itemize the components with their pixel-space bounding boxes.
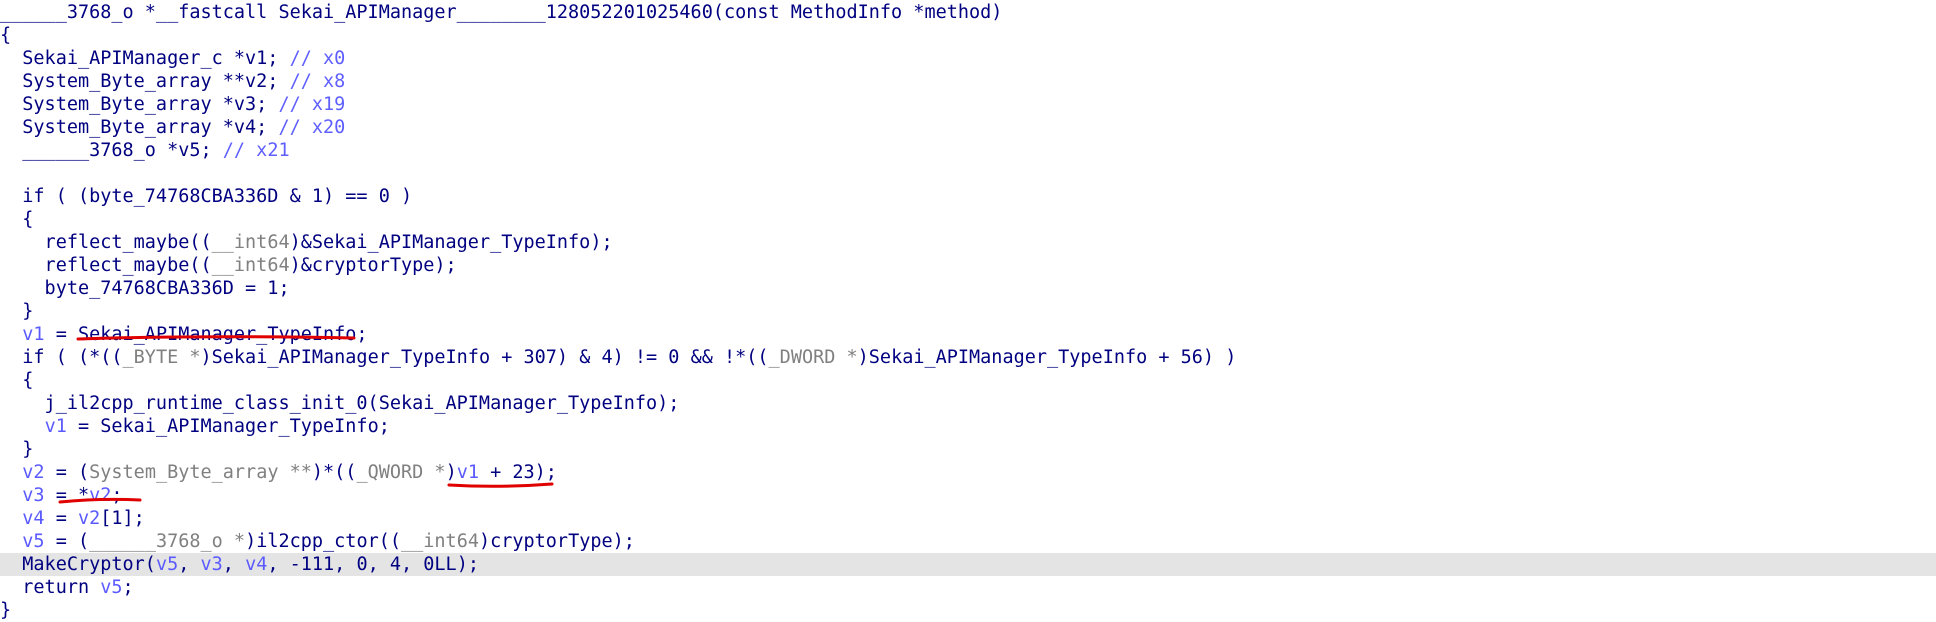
code-line[interactable]: if ( (*((_BYTE *)Sekai_APIManager_TypeIn…: [0, 346, 1936, 369]
code-line[interactable]: v1 = Sekai_APIManager_TypeInfo;: [0, 323, 1936, 346]
code-token: }: [0, 600, 12, 621]
code-token: + 23);: [478, 462, 557, 483]
code-token: ______3768_o *v5;: [0, 140, 223, 161]
code-line[interactable]: System_Byte_array **v2; // x8: [0, 70, 1936, 93]
code-token: = (: [44, 462, 90, 483]
code-token: reflect_maybe((: [0, 255, 212, 276]
code-token: = Sekai_APIManager_TypeInfo;: [44, 324, 368, 345]
code-token: ______3768_o *: [89, 531, 246, 552]
code-token: System_Byte_array **v2;: [0, 71, 290, 92]
code-token: v1: [44, 416, 67, 437]
code-token: // x19: [278, 94, 346, 115]
code-token: // x20: [278, 117, 346, 138]
code-token: System_Byte_array **: [89, 462, 312, 483]
code-token: v4: [245, 554, 268, 575]
code-line[interactable]: }: [0, 438, 1936, 461]
code-token: )&cryptorType);: [289, 255, 457, 276]
code-token: =: [44, 508, 78, 529]
code-token: _QWORD *: [356, 462, 446, 483]
code-line[interactable]: System_Byte_array *v4; // x20: [0, 116, 1936, 139]
code-token: v2: [22, 462, 45, 483]
code-token: {: [0, 25, 12, 46]
code-token: __int64: [211, 255, 290, 276]
code-token: if ( (byte_74768CBA336D & 1) == 0 ): [0, 186, 413, 207]
code-line[interactable]: {: [0, 208, 1936, 231]
code-token: ): [445, 462, 457, 483]
code-token: )Sekai_APIManager_TypeInfo + 56) ): [857, 347, 1237, 368]
code-line[interactable]: v2 = (System_Byte_array **)*((_QWORD *)v…: [0, 461, 1936, 484]
code-token: System_Byte_array *v4;: [0, 117, 279, 138]
code-token: MakeCryptor(: [0, 554, 156, 575]
code-token: Sekai_APIManager_c *v1;: [0, 48, 290, 69]
code-token: ,: [222, 554, 246, 575]
code-token: v4: [22, 508, 45, 529]
code-token: j_il2cpp_runtime_class_init_0(Sekai_APIM…: [0, 393, 680, 414]
code-line[interactable]: {: [0, 369, 1936, 392]
code-line[interactable]: {: [0, 24, 1936, 47]
code-token: reflect_maybe((: [0, 232, 212, 253]
code-line[interactable]: reflect_maybe((__int64)&cryptorType);: [0, 254, 1936, 277]
code-token: byte_74768CBA336D = 1;: [0, 278, 290, 299]
code-line[interactable]: v3 = *v2;: [0, 484, 1936, 507]
code-token: }: [0, 301, 34, 322]
code-token: // x21: [222, 140, 290, 161]
code-token: ,: [178, 554, 201, 575]
code-token: , -111, 0, 4, 0LL);: [267, 554, 479, 575]
code-token: ;: [122, 577, 134, 598]
code-token: )Sekai_APIManager_TypeInfo + 307) & 4) !…: [200, 347, 769, 368]
code-line[interactable]: System_Byte_array *v3; // x19: [0, 93, 1936, 116]
code-token: _BYTE *: [122, 347, 201, 368]
code-token: v1: [456, 462, 479, 483]
code-token: )il2cpp_ctor((: [245, 531, 401, 552]
code-line[interactable]: Sekai_APIManager_c *v1; // x0: [0, 47, 1936, 70]
code-token: [1];: [100, 508, 145, 529]
code-line[interactable]: j_il2cpp_runtime_class_init_0(Sekai_APIM…: [0, 392, 1936, 415]
code-token: // x0: [289, 48, 346, 69]
code-line[interactable]: MakeCryptor(v5, v3, v4, -111, 0, 4, 0LL)…: [0, 553, 1936, 576]
code-token: __int64: [211, 232, 290, 253]
code-token: v1: [22, 324, 45, 345]
code-line[interactable]: v1 = Sekai_APIManager_TypeInfo;: [0, 415, 1936, 438]
code-token: v5: [155, 554, 179, 575]
code-token: )*((: [311, 462, 357, 483]
code-token: if ( (*((: [0, 347, 123, 368]
code-token: {: [0, 370, 34, 391]
code-token: v3: [200, 554, 223, 575]
code-line[interactable]: v4 = v2[1];: [0, 507, 1936, 530]
code-line[interactable]: ______3768_o *__fastcall Sekai_APIManage…: [0, 1, 1936, 24]
code-token: = Sekai_APIManager_TypeInfo;: [66, 416, 390, 437]
code-line[interactable]: v5 = (______3768_o *)il2cpp_ctor((__int6…: [0, 530, 1936, 553]
code-line[interactable]: ______3768_o *v5; // x21: [0, 139, 1936, 162]
code-token: }: [0, 439, 34, 460]
code-token: v5: [22, 531, 45, 552]
code-line[interactable]: byte_74768CBA336D = 1;: [0, 277, 1936, 300]
code-token: v5: [100, 577, 123, 598]
code-token: v2: [77, 508, 101, 529]
code-token: return: [0, 577, 101, 598]
code-token: ______3768_o *__fastcall Sekai_APIManage…: [0, 2, 1003, 23]
code-line[interactable]: [0, 162, 1936, 185]
code-token: v3: [22, 485, 45, 506]
code-token: System_Byte_array *v3;: [0, 94, 279, 115]
code-line[interactable]: return v5;: [0, 576, 1936, 599]
code-token: _DWORD *: [768, 347, 858, 368]
code-token: ;: [111, 485, 123, 506]
code-token: = *: [44, 485, 90, 506]
code-token: )&Sekai_APIManager_TypeInfo);: [289, 232, 613, 253]
code-token: = (: [44, 531, 90, 552]
code-line[interactable]: reflect_maybe((__int64)&Sekai_APIManager…: [0, 231, 1936, 254]
code-token: v2: [89, 485, 112, 506]
code-token: {: [0, 209, 34, 230]
code-token: // x8: [289, 71, 346, 92]
code-token: __int64: [401, 531, 479, 552]
code-line[interactable]: }: [0, 300, 1936, 323]
code-line[interactable]: if ( (byte_74768CBA336D & 1) == 0 ): [0, 185, 1936, 208]
code-token: )cryptorType);: [478, 531, 635, 552]
